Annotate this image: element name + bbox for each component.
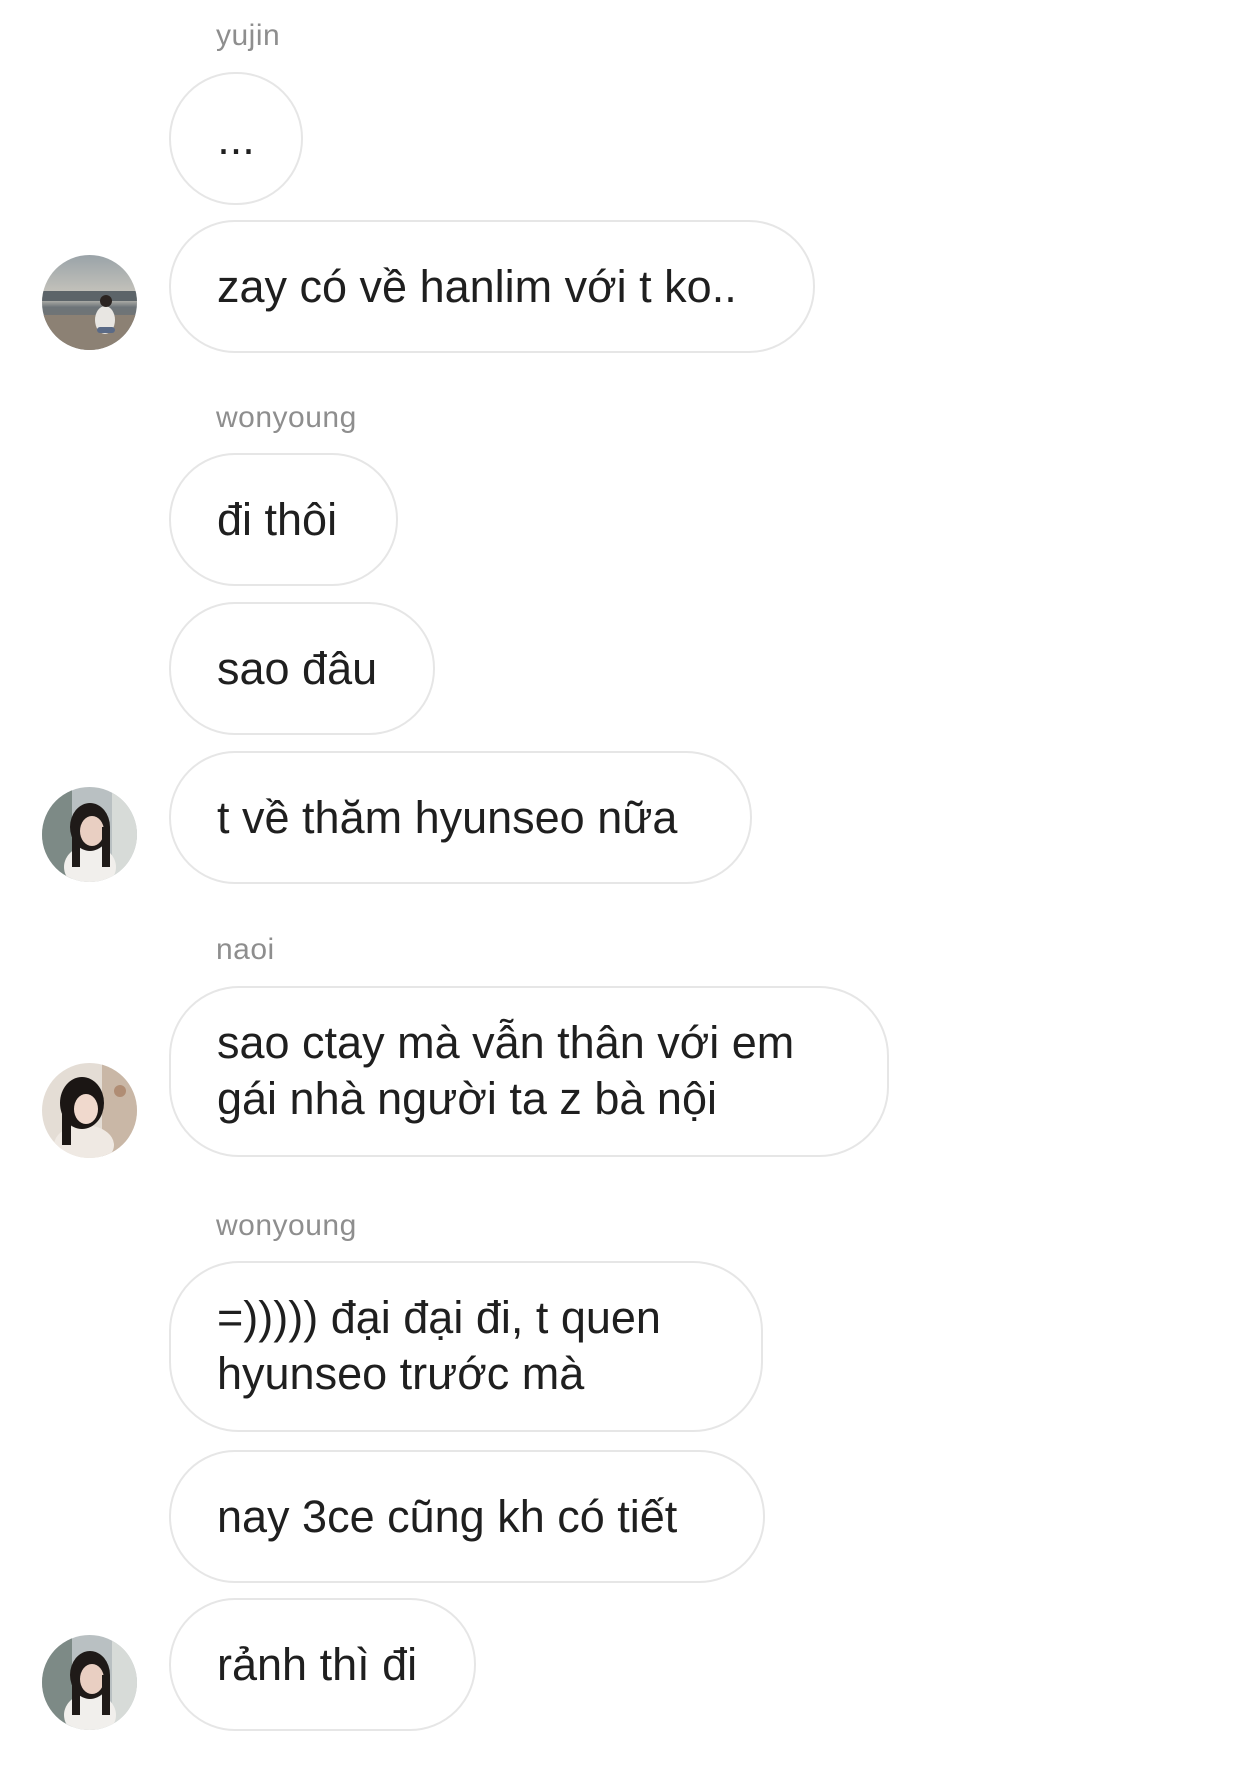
message-text: đi thôi [217, 493, 338, 545]
sender-label-naoi: naoi [216, 933, 275, 966]
message-bubble[interactable]: sao đâu [169, 602, 435, 735]
message-text: rảnh thì đi [217, 1638, 418, 1690]
avatar-naoi[interactable] [42, 1063, 137, 1158]
portrait-photo-icon [42, 787, 137, 882]
message-text: ... [217, 112, 255, 164]
message-bubble[interactable]: sao ctay mà vẫn thân với em gái nhà ngườ… [169, 986, 889, 1157]
message-bubble[interactable]: đi thôi [169, 453, 398, 586]
avatar-wonyoung[interactable] [42, 787, 137, 882]
message-bubble[interactable]: nay 3ce cũng kh có tiết [169, 1450, 765, 1583]
sender-label-wonyoung: wonyoung [216, 401, 357, 434]
sender-label-wonyoung: wonyoung [216, 1209, 357, 1242]
avatar-yujin[interactable] [42, 255, 137, 350]
message-bubble[interactable]: zay có về hanlim với t ko.. [169, 220, 815, 353]
beach-photo-icon [42, 255, 137, 350]
message-bubble[interactable]: ... [169, 72, 303, 205]
message-bubble[interactable]: =))))) đại đại đi, t quen hyunseo trước … [169, 1261, 763, 1432]
portrait-photo-icon [42, 1635, 137, 1730]
message-text: sao đâu [217, 642, 378, 694]
message-text: t về thăm hyunseo nữa [217, 791, 678, 843]
message-text: zay có về hanlim với t ko.. [217, 260, 737, 312]
message-text: =))))) đại đại đi, t quen hyunseo trước … [217, 1291, 661, 1399]
message-bubble[interactable]: t về thăm hyunseo nữa [169, 751, 752, 884]
portrait-photo-icon [42, 1063, 137, 1158]
message-bubble[interactable]: rảnh thì đi [169, 1598, 476, 1731]
sender-label-yujin: yujin [216, 19, 281, 52]
message-text: nay 3ce cũng kh có tiết [217, 1490, 678, 1542]
message-text: sao ctay mà vẫn thân với em gái nhà ngườ… [217, 1016, 795, 1124]
avatar-wonyoung[interactable] [42, 1635, 137, 1730]
